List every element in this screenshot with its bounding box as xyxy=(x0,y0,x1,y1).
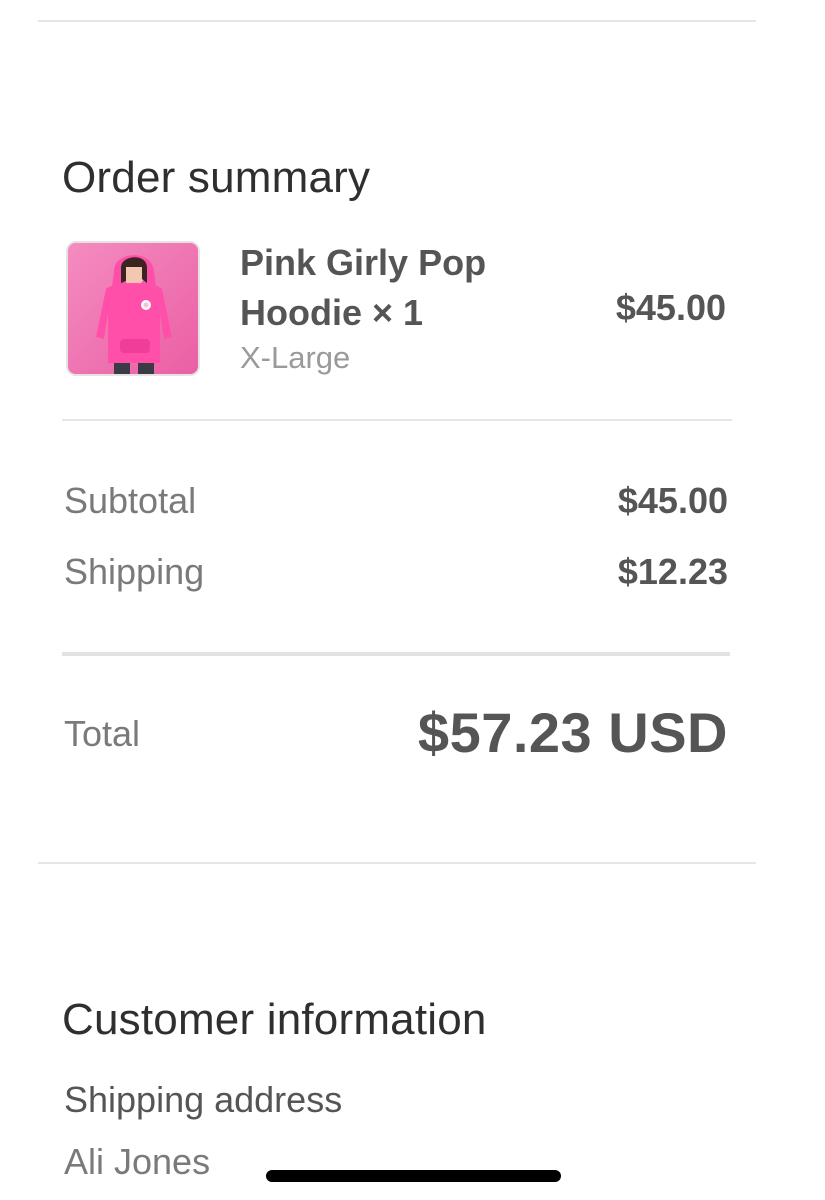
subtotal-label: Subtotal xyxy=(64,480,197,521)
pink-hoodie-product-photo-icon xyxy=(68,243,198,374)
product-price: $45.00 xyxy=(615,287,726,328)
shipping-address-name: Ali Jones xyxy=(64,1141,211,1182)
product-thumbnail xyxy=(66,241,200,376)
shipping-value: $12.23 xyxy=(617,551,728,592)
section-divider xyxy=(38,862,756,864)
subtotal-value: $45.00 xyxy=(617,480,728,521)
total-value: $57.23 USD xyxy=(417,701,728,764)
shipping-address-heading: Shipping address xyxy=(64,1079,343,1120)
product-name: Pink Girly Pop Hoodie × 1 xyxy=(240,242,487,333)
top-divider xyxy=(38,20,756,22)
home-indicator[interactable] xyxy=(266,1170,561,1182)
customer-information-title: Customer information xyxy=(62,994,487,1044)
order-summary-title: Order summary xyxy=(62,152,371,202)
item-divider xyxy=(62,419,732,421)
total-label: Total xyxy=(64,713,141,754)
totals-divider xyxy=(62,652,730,656)
shipping-label: Shipping xyxy=(64,551,205,592)
product-variant: X-Large xyxy=(240,340,351,375)
